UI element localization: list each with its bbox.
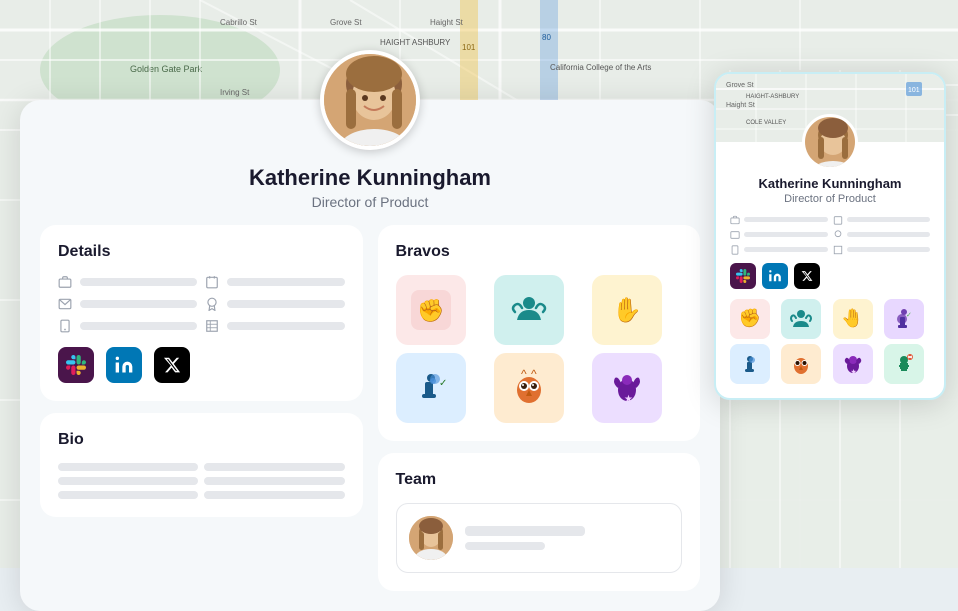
small-card-name: Katherine Kunningham xyxy=(730,176,930,193)
briefcase-icon xyxy=(58,275,72,289)
svg-text:^: ^ xyxy=(531,368,537,381)
svg-text:Grove St: Grove St xyxy=(330,18,362,27)
details-title: Details xyxy=(58,243,345,261)
svg-text:Golden Gate Park: Golden Gate Park xyxy=(130,64,203,74)
twitter-icon-sm[interactable] xyxy=(794,263,820,289)
svg-text:✊: ✊ xyxy=(417,298,444,324)
bravo-sm-1[interactable]: ✊ xyxy=(730,299,770,339)
team-member-info xyxy=(465,526,670,550)
detail-row-phone xyxy=(58,319,197,333)
avatar xyxy=(320,50,420,150)
svg-text:✓: ✓ xyxy=(906,312,912,319)
bravos-section: Bravos ✊ xyxy=(378,225,701,441)
main-profile-card: Katherine Kunningham Director of Product… xyxy=(20,100,720,611)
bravo-sm-7[interactable]: ★ xyxy=(833,344,873,384)
svg-text:101: 101 xyxy=(462,43,476,52)
award-icon xyxy=(205,297,219,311)
bio-section: Bio xyxy=(40,413,363,517)
briefcase-icon-sm xyxy=(730,215,740,225)
social-icons xyxy=(58,347,345,383)
details-section: Details xyxy=(40,225,363,401)
svg-text:★: ★ xyxy=(850,368,856,376)
bravo-hand[interactable]: ✋ xyxy=(592,275,662,345)
svg-text:Grove St: Grove St xyxy=(726,82,754,89)
bravo-sm-2[interactable] xyxy=(781,299,821,339)
detail-row-org xyxy=(205,319,344,333)
slack-icon-sm[interactable] xyxy=(730,263,756,289)
calendar-icon-sm xyxy=(833,215,843,225)
bravo-sm-3[interactable]: 🤚 xyxy=(833,299,873,339)
detail-row-calendar xyxy=(205,275,344,289)
svg-text:^: ^ xyxy=(521,368,527,381)
award-icon-sm xyxy=(833,230,843,240)
bio-title: Bio xyxy=(58,431,345,449)
detail-row-job xyxy=(58,275,197,289)
avatar-small xyxy=(802,114,858,170)
svg-text:Cabrillo St: Cabrillo St xyxy=(220,18,258,27)
profile-card-small: Grove St Haight St HAIGHT-ASHBURY COLE V… xyxy=(714,72,946,400)
svg-text:★: ★ xyxy=(624,394,633,405)
svg-text:✋: ✋ xyxy=(612,296,642,324)
bravo-sm-6[interactable] xyxy=(781,344,821,384)
phone-icon-sm xyxy=(730,245,740,255)
svg-text:HAIGHT-ASHBURY: HAIGHT-ASHBURY xyxy=(746,94,799,100)
calendar-icon xyxy=(205,275,219,289)
details-grid xyxy=(58,275,345,333)
bravo-sm-8[interactable] xyxy=(884,344,924,384)
email-icon-sm xyxy=(730,230,740,240)
small-card-title: Director of Product xyxy=(730,193,930,205)
building-icon xyxy=(205,319,219,333)
profile-name: Katherine Kunningham xyxy=(40,165,700,191)
team-title: Team xyxy=(396,471,683,489)
phone-icon xyxy=(58,319,72,333)
detail-row-email xyxy=(58,297,197,311)
building-icon-sm xyxy=(833,245,843,255)
team-section: Team xyxy=(378,453,701,591)
small-card-details xyxy=(730,215,930,255)
profile-title: Director of Product xyxy=(40,194,700,210)
bio-content xyxy=(58,463,345,499)
detail-row-award xyxy=(205,297,344,311)
bravo-person[interactable] xyxy=(494,275,564,345)
svg-text:Haight St: Haight St xyxy=(726,102,755,109)
svg-text:✓: ✓ xyxy=(439,378,447,389)
svg-text:80: 80 xyxy=(542,33,551,42)
bravos-grid: ✊ xyxy=(396,275,683,423)
linkedin-icon[interactable] xyxy=(106,347,142,383)
svg-text:HAIGHT ASHBURY: HAIGHT ASHBURY xyxy=(380,38,451,47)
bravo-sm-4[interactable]: ✓ xyxy=(884,299,924,339)
bravo-sm-5[interactable] xyxy=(730,344,770,384)
bravos-grid-small: ✊ 🤚 ✓ xyxy=(730,299,930,384)
team-member-avatar xyxy=(409,516,453,560)
bravo-fist[interactable]: ✊ xyxy=(396,275,466,345)
svg-text:COLE VALLEY: COLE VALLEY xyxy=(746,120,786,126)
svg-text:Irving St: Irving St xyxy=(220,88,250,97)
team-member-item[interactable] xyxy=(396,503,683,573)
svg-text:California College of the Arts: California College of the Arts xyxy=(550,63,651,72)
bravo-owl[interactable]: ^ ^ xyxy=(494,353,564,423)
social-icons-small xyxy=(730,263,930,289)
linkedin-icon-sm[interactable] xyxy=(762,263,788,289)
twitter-x-icon[interactable] xyxy=(154,347,190,383)
svg-text:Haight St: Haight St xyxy=(430,18,464,27)
slack-icon[interactable] xyxy=(58,347,94,383)
bravo-chess[interactable]: ✓ xyxy=(396,353,466,423)
bravos-title: Bravos xyxy=(396,243,683,261)
svg-text:101: 101 xyxy=(908,87,920,94)
email-icon xyxy=(58,297,72,311)
bravo-star[interactable]: ★ xyxy=(592,353,662,423)
